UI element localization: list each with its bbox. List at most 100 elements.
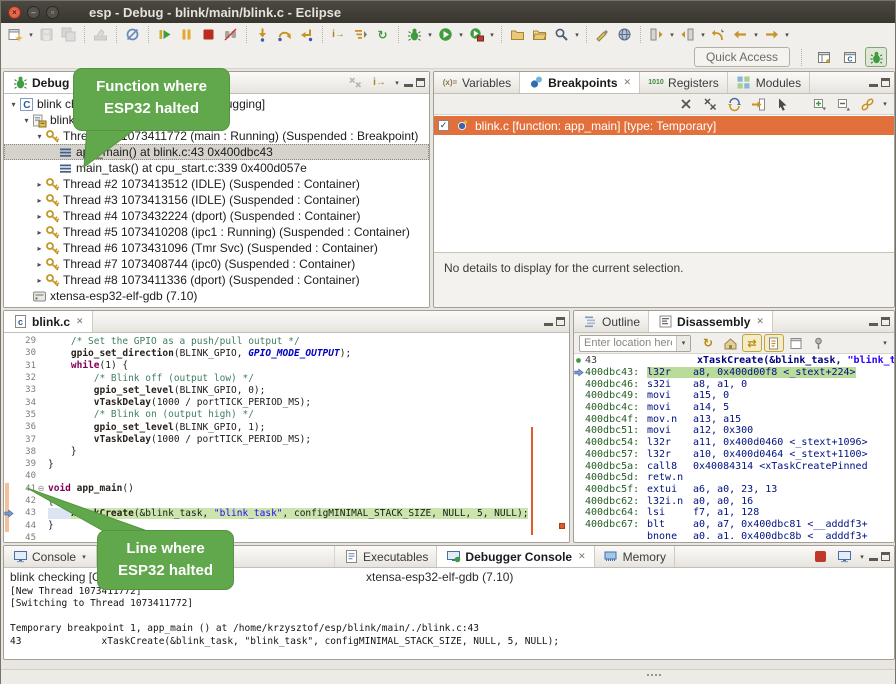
view-menu-icon[interactable]: ▾: [881, 339, 889, 347]
close-icon[interactable]: ✕: [624, 78, 632, 88]
debug-tree-row-10[interactable]: ▸Thread #7 1073408744 (ipc0) (Suspended …: [4, 256, 429, 272]
debug-tree-row-3[interactable]: app_main() at blink.c:43 0x400dbc43: [4, 144, 429, 160]
editor-ruler[interactable]: [4, 507, 15, 519]
disassembly-row-1[interactable]: 400dbc46:s32ia8, a1, 0: [574, 378, 894, 390]
console-dropdown-icon[interactable]: ▾: [80, 553, 88, 561]
tab-registers[interactable]: 1010 Registers: [640, 72, 728, 93]
new-wizard-button[interactable]: [5, 25, 26, 45]
tree-expander-icon[interactable]: ▾: [8, 100, 19, 109]
editor-ruler[interactable]: [4, 409, 15, 421]
step-into-button[interactable]: [252, 25, 273, 45]
editor-ruler[interactable]: [4, 347, 15, 359]
remove-all-button[interactable]: [700, 94, 721, 114]
window-close-button[interactable]: ×: [8, 6, 21, 19]
tree-expander-icon[interactable]: ▸: [34, 276, 45, 285]
collapse-all-button[interactable]: [833, 94, 854, 114]
tab-debugger-console[interactable]: Debugger Console ✕: [437, 546, 594, 567]
code-line-36[interactable]: 36 gpio_set_level(BLINK_GPIO, 1);: [4, 421, 569, 433]
show-for-selection-button[interactable]: [724, 94, 745, 114]
debug-tree-row-8[interactable]: ▸Thread #5 1073410208 (ipc1 : Running) (…: [4, 224, 429, 240]
close-icon[interactable]: ✕: [76, 317, 84, 327]
editor-ruler[interactable]: [4, 458, 15, 470]
folder-button[interactable]: [507, 25, 528, 45]
close-icon[interactable]: ✕: [578, 552, 586, 562]
search-button[interactable]: [551, 25, 572, 45]
show-source-button[interactable]: [764, 334, 784, 352]
disassembly-row-7[interactable]: 400dbc57:l32ra10, 0x400d0464 <_stext+110…: [574, 449, 894, 461]
external-tools-button[interactable]: [466, 25, 487, 45]
disassembly-row-4[interactable]: 400dbc4f:mov.na13, a15: [574, 413, 894, 425]
debug-button[interactable]: [404, 25, 425, 45]
window-maximize-button[interactable]: ▫: [46, 6, 59, 19]
expand-all-button[interactable]: [809, 94, 830, 114]
sash-grip[interactable]: [647, 674, 661, 679]
disassembly-row-11[interactable]: 400dbc62:l32i.na0, a0, 16: [574, 495, 894, 507]
editor-ruler[interactable]: [4, 483, 15, 495]
tab-outline[interactable]: Outline: [574, 311, 649, 332]
editor-ruler[interactable]: [4, 519, 15, 531]
pin-button[interactable]: [808, 334, 828, 352]
instruction-step-button[interactable]: i→: [328, 25, 349, 45]
tree-expander-icon[interactable]: ▾: [34, 132, 45, 141]
editor-ruler[interactable]: [4, 446, 15, 458]
disconnect-button[interactable]: [220, 25, 241, 45]
mark-occurrences-button[interactable]: [592, 25, 613, 45]
code-line-32[interactable]: 32 /* Blink off (output low) */: [4, 372, 569, 384]
code-line-40[interactable]: 40: [4, 470, 569, 482]
skip-breakpoints-button[interactable]: [122, 25, 143, 45]
dropdown-caret-icon[interactable]: ▾: [668, 31, 676, 39]
debug-tree-row-7[interactable]: ▸Thread #4 1073432224 (dport) (Suspended…: [4, 208, 429, 224]
minimize-view-icon[interactable]: [404, 74, 413, 92]
disassembly-source-row[interactable]: 43xTaskCreate(&blink_task, "blink_tas: [574, 355, 894, 367]
debug-tree-row-9[interactable]: ▸Thread #6 1073431096 (Tmr Svc) (Suspend…: [4, 240, 429, 256]
debug-tree-row-6[interactable]: ▸Thread #3 1073413156 (IDLE) (Suspended …: [4, 192, 429, 208]
editor-ruler[interactable]: [4, 396, 15, 408]
terminate-button[interactable]: [198, 25, 219, 45]
console-output[interactable]: [New Thread 1073411772][Switching to Thr…: [4, 584, 894, 650]
select-pointer-button[interactable]: [772, 94, 793, 114]
refresh-button[interactable]: ↻: [698, 334, 718, 352]
minimize-view-icon[interactable]: [869, 313, 878, 331]
disassembly-row-8[interactable]: 400dbc5a:call80x40084314 <xTaskCreatePin…: [574, 460, 894, 472]
code-line-37[interactable]: 37 vTaskDelay(1000 / portTICK_PERIOD_MS)…: [4, 433, 569, 445]
debug-perspective-button[interactable]: [865, 47, 887, 67]
editor-ruler[interactable]: [4, 532, 15, 542]
editor-ruler[interactable]: [4, 360, 15, 372]
debug-tree-row-11[interactable]: ▸Thread #8 1073411336 (dport) (Suspended…: [4, 272, 429, 288]
editor-ruler[interactable]: [4, 470, 15, 482]
dropdown-caret-icon[interactable]: ▾: [457, 31, 465, 39]
forward-button[interactable]: [761, 25, 782, 45]
disassembly-row-12[interactable]: 400dbc64:lsif7, a1, 128: [574, 507, 894, 519]
breakpoint-row[interactable]: ✓ blink.c [function: app_main] [type: Te…: [434, 116, 894, 135]
tab-executables[interactable]: Executables: [335, 546, 437, 567]
code-line-30[interactable]: 30 gpio_set_direction(BLINK_GPIO, GPIO_M…: [4, 347, 569, 359]
dropdown-caret-icon[interactable]: ▾: [426, 31, 434, 39]
tab-breakpoints[interactable]: Breakpoints ✕: [520, 72, 640, 93]
tab-modules[interactable]: Modules: [728, 72, 810, 93]
disassembly-row-14[interactable]: bnonea0, a1, 0x400dbc8b <__adddf3+: [574, 530, 894, 539]
disassembly-row-2[interactable]: 400dbc49:movia15, 0: [574, 390, 894, 402]
tree-expander-icon[interactable]: ▸: [34, 260, 45, 269]
back-button[interactable]: [730, 25, 751, 45]
disassembly-row-13[interactable]: 400dbc67:blta0, a7, 0x400dbc81 <__adddf3…: [574, 519, 894, 531]
link-with-debug-button[interactable]: [857, 94, 878, 114]
code-line-38[interactable]: 38 }: [4, 446, 569, 458]
disassembly-row-6[interactable]: 400dbc54:l32ra11, 0x400d0460 <_stext+109…: [574, 437, 894, 449]
tab-console[interactable]: Console ▾: [4, 546, 97, 567]
overview-marker[interactable]: [559, 523, 565, 529]
step-return-button[interactable]: [296, 25, 317, 45]
run-button[interactable]: [435, 25, 456, 45]
dropdown-caret-icon[interactable]: ▾: [573, 31, 581, 39]
debug-tree-row-4[interactable]: main_task() at cpu_start.c:339 0x400d057…: [4, 160, 429, 176]
maximize-view-icon[interactable]: [881, 548, 890, 566]
minimize-view-icon[interactable]: [544, 313, 553, 331]
remove-terminated-icon[interactable]: [345, 75, 366, 91]
code-line-31[interactable]: 31 while(1) {: [4, 360, 569, 372]
code-line-39[interactable]: 39}: [4, 458, 569, 470]
tree-expander-icon[interactable]: ▸: [34, 196, 45, 205]
maximize-view-icon[interactable]: [416, 74, 425, 92]
next-annotation-button[interactable]: [646, 25, 667, 45]
debug-tree-row-5[interactable]: ▸Thread #2 1073413512 (IDLE) (Suspended …: [4, 176, 429, 192]
editor-ruler[interactable]: [4, 421, 15, 433]
quick-access-button[interactable]: Quick Access: [694, 47, 790, 67]
